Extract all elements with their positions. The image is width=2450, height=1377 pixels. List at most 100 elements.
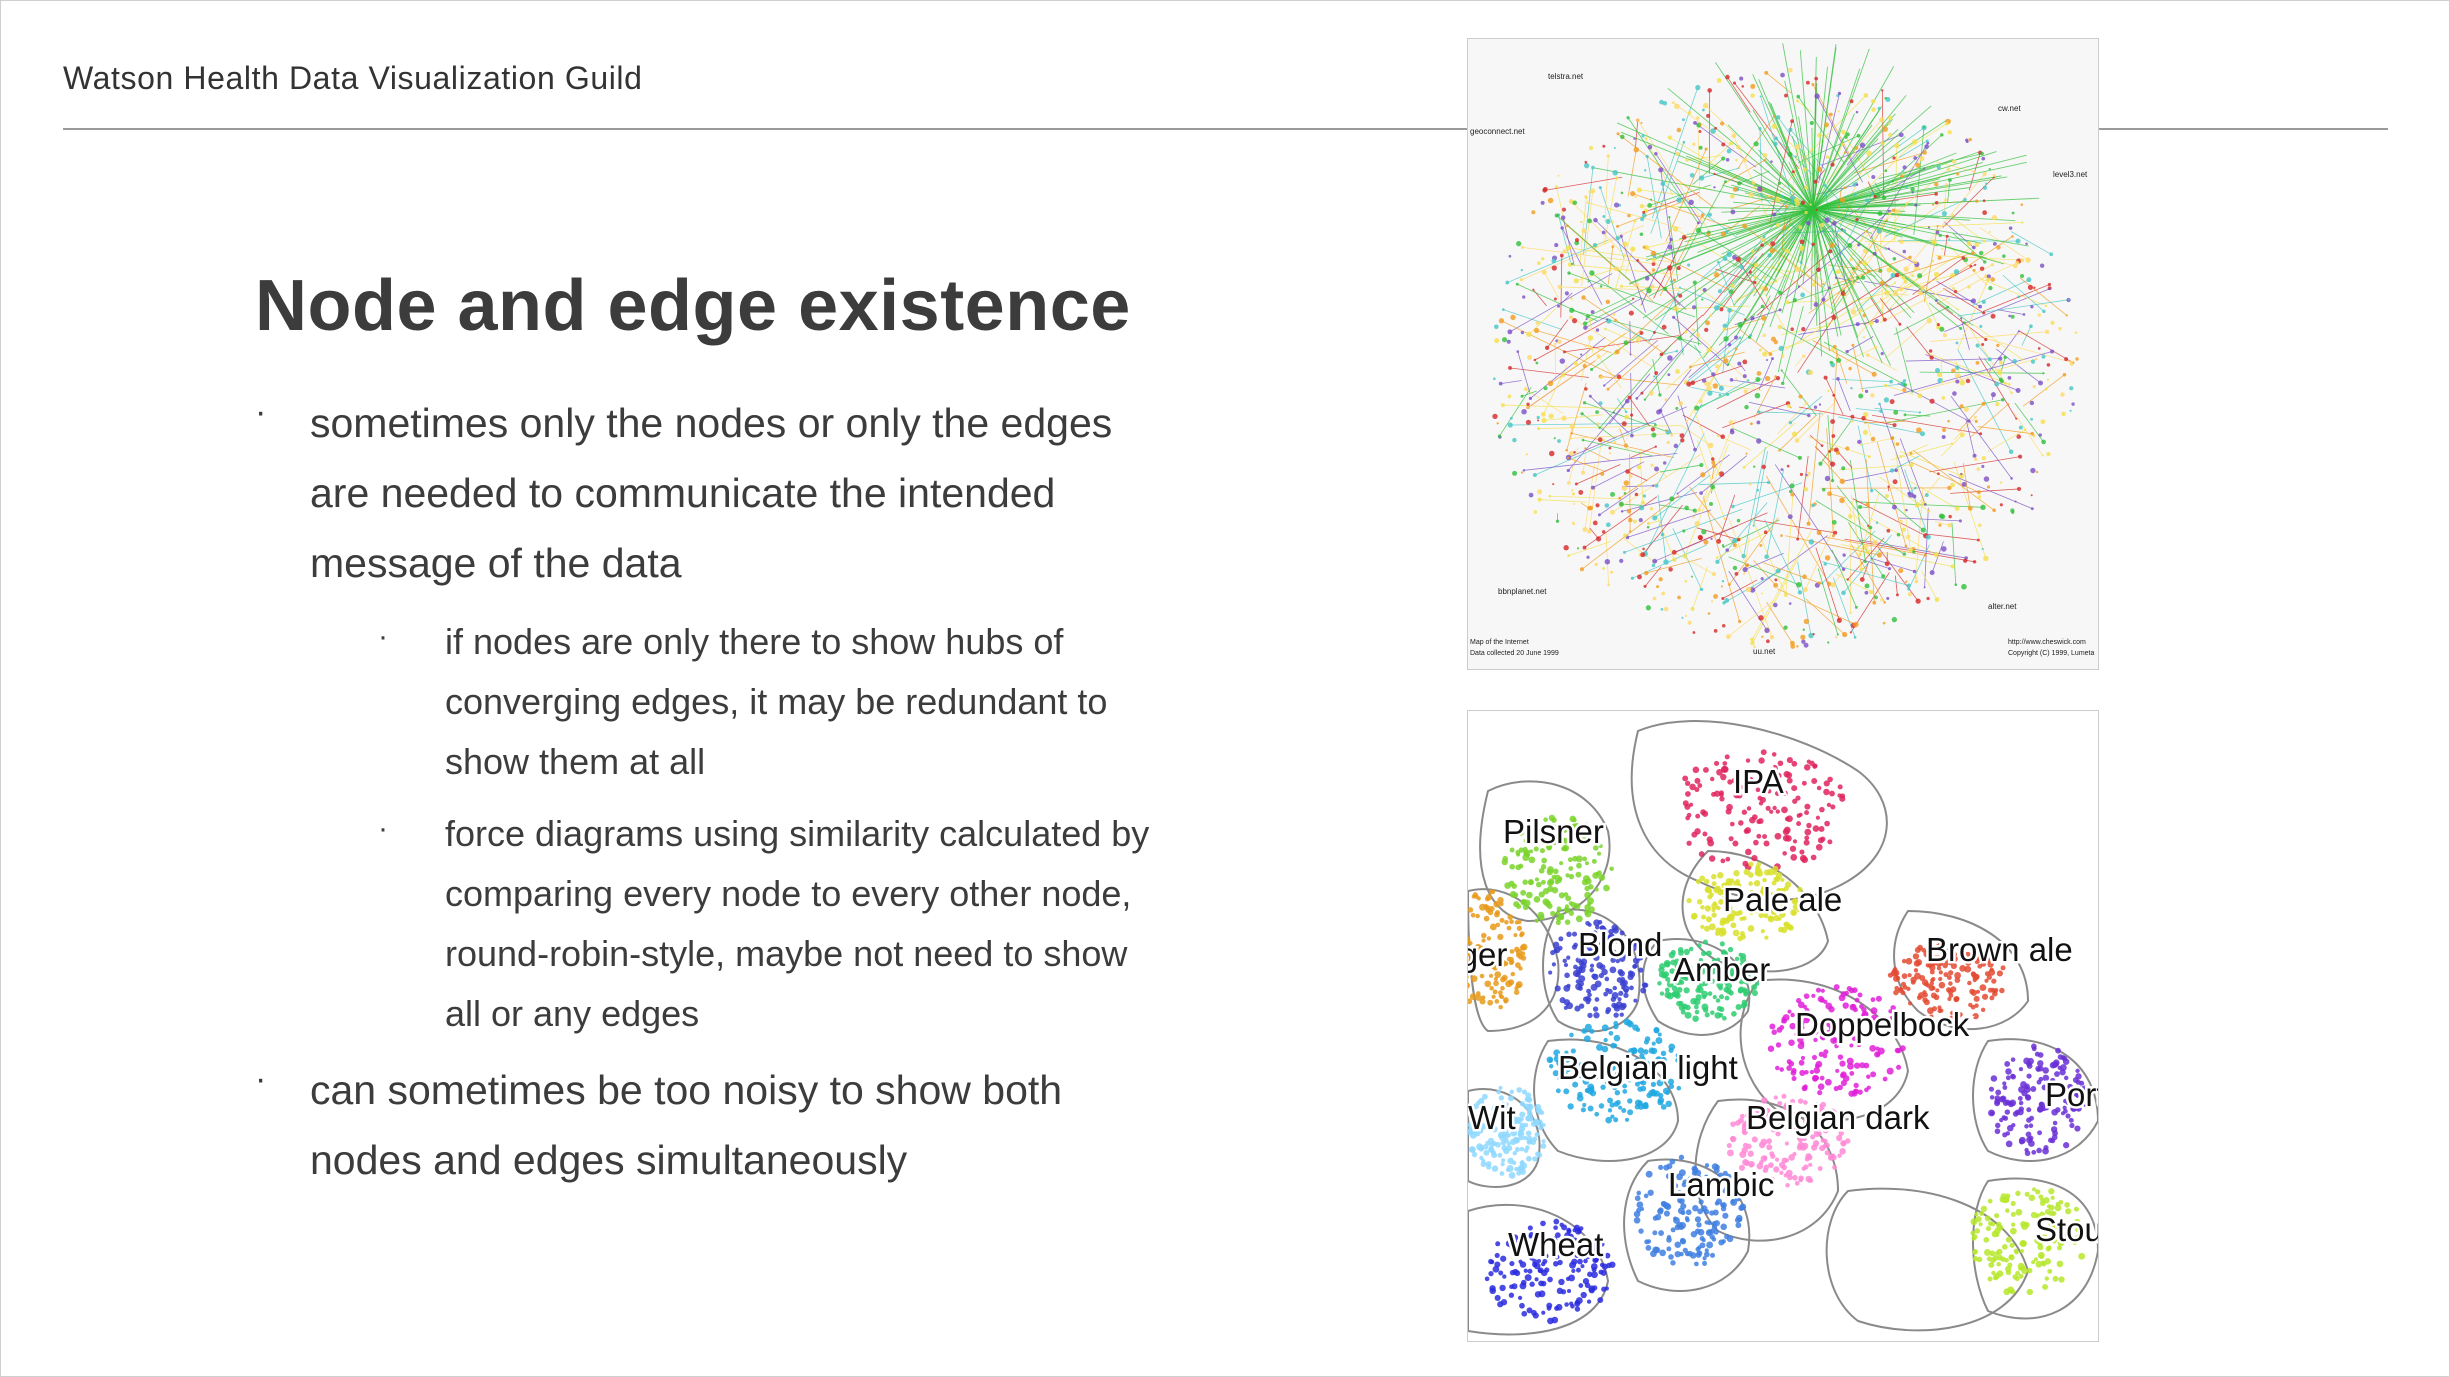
network-node [1624, 414, 1630, 420]
network-node [1737, 322, 1743, 328]
network-node [2069, 409, 2072, 412]
beer-node [1555, 1303, 1563, 1311]
network-node [1717, 260, 1720, 264]
network-node [1792, 298, 1797, 303]
network-node [1832, 220, 1837, 226]
network-edge [1698, 419, 1736, 511]
network-node [1926, 596, 1930, 601]
network-node [1972, 268, 1976, 272]
network-node [1831, 519, 1837, 525]
network-node [1934, 192, 1938, 196]
network-node [1692, 280, 1697, 285]
network-node [1589, 270, 1595, 276]
network-node [1586, 555, 1590, 559]
network-node [1869, 589, 1874, 595]
beer-node [1805, 1175, 1812, 1183]
network-node [1827, 641, 1830, 644]
beer-node [2005, 1265, 2012, 1273]
beer-node [2004, 1193, 2011, 1199]
network-node [1638, 505, 1645, 511]
network-node [1975, 343, 1980, 348]
network-node [2018, 454, 2023, 459]
beer-node [1674, 1250, 1681, 1258]
beer-node [1497, 1152, 1503, 1158]
network-node [1602, 566, 1606, 570]
network-node [1698, 175, 1705, 181]
beer-node [2019, 1240, 2027, 1248]
beer-node [1892, 968, 1897, 973]
network-node [1729, 378, 1734, 382]
beer-node [1967, 980, 1972, 986]
network-node [1559, 358, 1566, 364]
network-node [2014, 500, 2017, 503]
beer-node [1782, 834, 1790, 842]
beer-node [1494, 999, 1500, 1004]
beer-node [1577, 985, 1583, 991]
beer-node [1839, 1148, 1846, 1155]
network-edge [1605, 532, 1610, 585]
network-node [1800, 200, 1806, 205]
network-node [1880, 598, 1883, 602]
network-node [1732, 254, 1737, 260]
cluster-label-ipa: IPA [1733, 763, 1784, 800]
beer-node [1933, 994, 1940, 1001]
beer-node [1547, 1276, 1553, 1283]
network-node [1644, 276, 1650, 281]
beer-node [1547, 1317, 1554, 1325]
network-node [1803, 618, 1810, 625]
network-node [1922, 126, 1926, 129]
network-node [1889, 468, 1895, 473]
network-node [2008, 314, 2011, 318]
beer-node [1817, 837, 1824, 844]
beer-node [1563, 962, 1569, 968]
network-node [1881, 195, 1887, 200]
network-node [1653, 331, 1656, 334]
network-node [1753, 465, 1756, 468]
beer-node [1742, 1159, 1749, 1166]
network-node [1623, 340, 1629, 346]
network-node [1580, 220, 1583, 224]
network-node [1934, 200, 1939, 205]
beer-node [1580, 1107, 1586, 1113]
network-node [1843, 186, 1847, 190]
beer-node [1571, 1268, 1576, 1273]
network-node [1725, 74, 1730, 80]
network-node [2041, 439, 2046, 445]
network-node [1929, 570, 1935, 576]
beer-node [1522, 904, 1529, 911]
network-node [1762, 235, 1766, 239]
beer-node [1598, 1103, 1605, 1109]
beer-node [1698, 851, 1705, 857]
beer-node [1618, 970, 1625, 977]
network-node [1654, 445, 1657, 448]
network-node [1698, 130, 1702, 133]
beer-node [1703, 1208, 1710, 1215]
network-node [1701, 529, 1707, 535]
network-node [1898, 132, 1904, 138]
network-edge [1623, 538, 1656, 563]
beer-node [1521, 1089, 1528, 1095]
beer-node [2042, 1067, 2049, 1074]
beer-node [1984, 971, 1990, 977]
beer-node [1554, 985, 1561, 992]
network-node [1816, 267, 1821, 273]
beer-node [1682, 775, 1689, 782]
beer-node [1623, 1018, 1631, 1026]
beer-node [1501, 1158, 1506, 1163]
beer-node [1791, 785, 1798, 792]
beer-node [1811, 778, 1818, 784]
beer-node [1498, 1004, 1503, 1010]
network-node [1541, 269, 1547, 275]
beer-node [1798, 812, 1803, 817]
beer-node [1621, 1107, 1627, 1114]
network-node [1585, 314, 1590, 319]
network-node [1557, 174, 1560, 177]
network-node [1590, 367, 1594, 371]
beer-node [1659, 1249, 1666, 1257]
network-node [1788, 602, 1792, 605]
network-node [1639, 331, 1644, 335]
network-node [1719, 307, 1724, 312]
network-edge [2022, 374, 2065, 407]
beer-node [1913, 960, 1921, 967]
network-node [1994, 381, 2000, 387]
